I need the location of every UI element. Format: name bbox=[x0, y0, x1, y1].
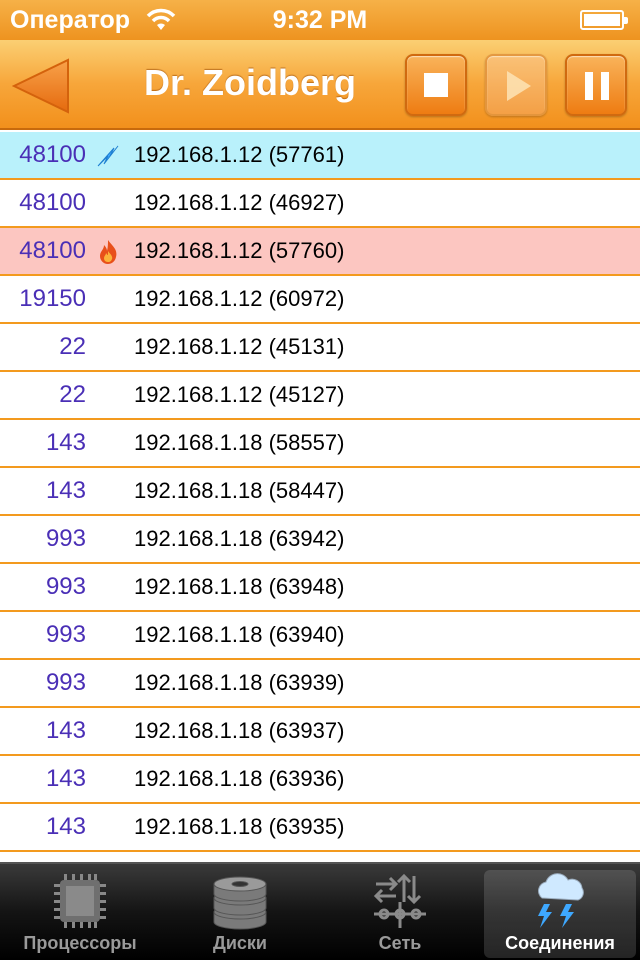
connection-row[interactable]: 143 192.168.1.18 (63937) bbox=[0, 708, 640, 756]
address-label: 192.168.1.12 (46927) bbox=[134, 190, 345, 215]
pause-button[interactable] bbox=[565, 54, 627, 116]
tab-bar: Процессоры Диски Сеть Соединения bbox=[0, 862, 640, 960]
connection-row[interactable]: 48100 192.168.1.12 (46927) bbox=[0, 180, 640, 228]
stop-icon bbox=[424, 73, 448, 97]
port-label: 19150 bbox=[19, 285, 86, 312]
tab-label: Диски bbox=[213, 933, 267, 953]
address-label: 192.168.1.18 (63948) bbox=[134, 574, 345, 599]
tab-label: Процессоры bbox=[23, 933, 137, 953]
connection-row[interactable]: 993 192.168.1.18 (63940) bbox=[0, 612, 640, 660]
port-label: 143 bbox=[45, 429, 86, 456]
port-label: 143 bbox=[45, 717, 86, 744]
storm-cloud-icon bbox=[538, 873, 584, 928]
connection-row[interactable]: 993 192.168.1.18 (63942) bbox=[0, 516, 640, 564]
connection-row[interactable]: 143 192.168.1.18 (63936) bbox=[0, 756, 640, 804]
port-label: 993 bbox=[45, 573, 86, 600]
connection-row[interactable]: 22 192.168.1.12 (45131) bbox=[0, 324, 640, 372]
connection-row[interactable]: 143 192.168.1.18 (58447) bbox=[0, 468, 640, 516]
navigation-bar: Dr. Zoidberg bbox=[0, 40, 640, 130]
play-button[interactable] bbox=[485, 54, 547, 116]
stop-button[interactable] bbox=[405, 54, 467, 116]
address-label: 192.168.1.18 (63936) bbox=[134, 766, 345, 791]
port-label: 143 bbox=[45, 813, 86, 840]
tab-disks[interactable]: Диски bbox=[164, 870, 316, 958]
tab-connections[interactable]: Соединения bbox=[484, 870, 636, 958]
port-label: 48100 bbox=[19, 189, 86, 216]
disk-stack-icon bbox=[213, 876, 267, 930]
connection-row[interactable]: 143 192.168.1.18 (63935) bbox=[0, 804, 640, 852]
address-label: 192.168.1.12 (45131) bbox=[134, 334, 345, 359]
address-label: 192.168.1.12 (57761) bbox=[134, 142, 345, 167]
lightning-icon bbox=[94, 142, 122, 170]
address-label: 192.168.1.18 (63935) bbox=[134, 814, 345, 839]
battery-icon bbox=[580, 10, 628, 30]
address-label: 192.168.1.18 (58557) bbox=[134, 430, 345, 455]
port-label: 143 bbox=[45, 765, 86, 792]
pause-icon bbox=[585, 72, 609, 100]
tab-label: Соединения bbox=[505, 933, 615, 953]
address-label: 192.168.1.12 (45127) bbox=[134, 382, 345, 407]
port-label: 993 bbox=[45, 669, 86, 696]
cpu-chip-icon bbox=[54, 874, 106, 928]
connection-row[interactable]: 143 192.168.1.18 (58557) bbox=[0, 420, 640, 468]
port-label: 22 bbox=[59, 333, 86, 360]
connection-row[interactable]: 993 192.168.1.18 (63948) bbox=[0, 564, 640, 612]
network-icon bbox=[373, 873, 426, 928]
back-arrow-icon[interactable] bbox=[12, 58, 70, 114]
tab-processors[interactable]: Процессоры bbox=[4, 870, 156, 958]
port-label: 48100 bbox=[19, 141, 86, 168]
play-icon bbox=[507, 71, 531, 101]
connection-row[interactable]: 993 192.168.1.18 (63939) bbox=[0, 660, 640, 708]
page-title: Dr. Zoidberg bbox=[143, 62, 356, 103]
clock-label: 9:32 PM bbox=[272, 6, 368, 34]
address-label: 192.168.1.18 (58447) bbox=[134, 478, 345, 503]
address-label: 192.168.1.12 (60972) bbox=[134, 286, 345, 311]
port-label: 993 bbox=[45, 621, 86, 648]
port-label: 48100 bbox=[19, 237, 86, 264]
port-label: 143 bbox=[45, 477, 86, 504]
address-label: 192.168.1.18 (63942) bbox=[134, 526, 345, 551]
address-label: 192.168.1.12 (57760) bbox=[134, 238, 345, 263]
connection-row[interactable]: 48100 192.168.1.12 (57761) bbox=[0, 132, 640, 180]
connection-row[interactable]: 22 192.168.1.12 (45127) bbox=[0, 372, 640, 420]
address-label: 192.168.1.18 (63937) bbox=[134, 718, 345, 743]
connection-row[interactable]: 48100 192.168.1.12 (57760) bbox=[0, 228, 640, 276]
port-label: 993 bbox=[45, 525, 86, 552]
address-label: 192.168.1.18 (63939) bbox=[134, 670, 345, 695]
fire-icon bbox=[94, 238, 122, 266]
port-label: 22 bbox=[59, 381, 86, 408]
tab-network[interactable]: Сеть bbox=[324, 870, 476, 958]
connections-list[interactable]: 48100 192.168.1.12 (57761) 48100 192.168.1.… bbox=[0, 132, 640, 862]
address-label: 192.168.1.18 (63940) bbox=[134, 622, 345, 647]
status-bar: Оператор 9:32 PM bbox=[0, 0, 640, 40]
connection-row[interactable]: 19150 192.168.1.12 (60972) bbox=[0, 276, 640, 324]
tab-label: Сеть bbox=[378, 933, 422, 953]
